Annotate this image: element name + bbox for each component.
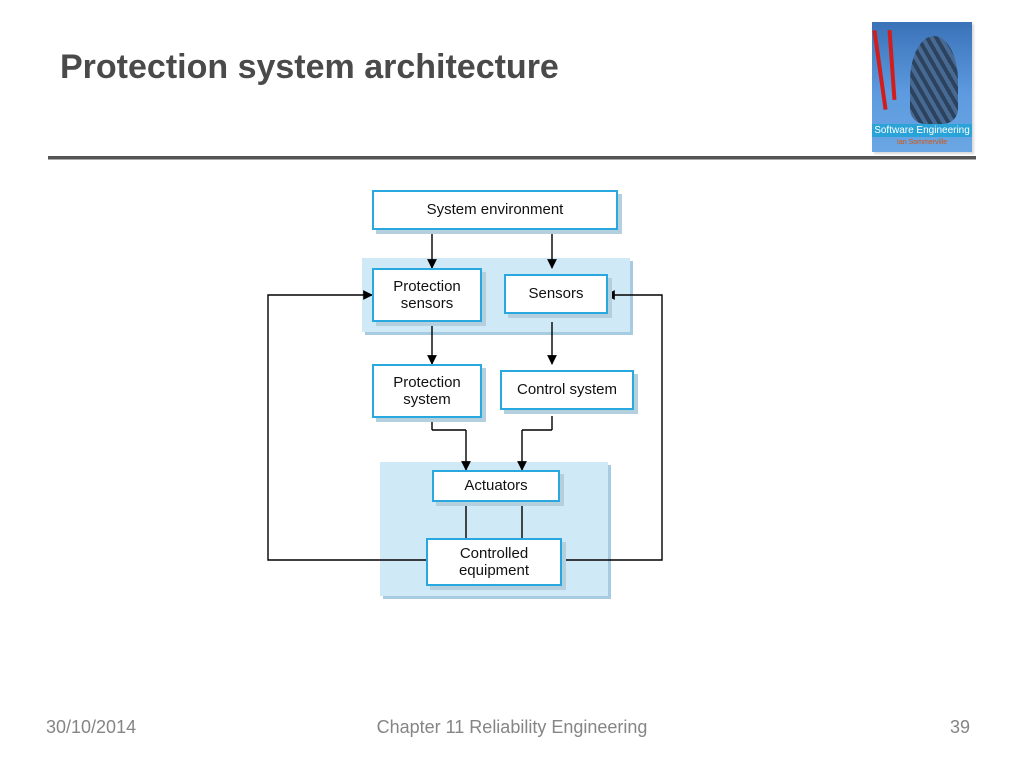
footer-page-number: 39 bbox=[950, 717, 970, 738]
node-actuators: Actuators bbox=[432, 470, 560, 502]
node-controlled-equipment: Controlled equipment bbox=[426, 538, 562, 586]
architecture-diagram: System environment Protection sensors Se… bbox=[254, 190, 674, 610]
book-author-label: Ian Sommerville bbox=[897, 139, 947, 146]
slide-footer: 30/10/2014 Chapter 11 Reliability Engine… bbox=[0, 714, 1024, 738]
node-protection-system: Protection system bbox=[372, 364, 482, 418]
node-protection-sensors: Protection sensors bbox=[372, 268, 482, 322]
node-system-environment: System environment bbox=[372, 190, 618, 230]
footer-chapter: Chapter 11 Reliability Engineering bbox=[0, 717, 1024, 738]
node-sensors: Sensors bbox=[504, 274, 608, 314]
book-cover-image: Software Engineering Ian Sommerville bbox=[872, 22, 972, 152]
slide-title: Protection system architecture bbox=[60, 48, 559, 87]
book-series-label: Software Engineering bbox=[872, 124, 972, 137]
title-divider bbox=[48, 156, 976, 159]
node-control-system: Control system bbox=[500, 370, 634, 410]
